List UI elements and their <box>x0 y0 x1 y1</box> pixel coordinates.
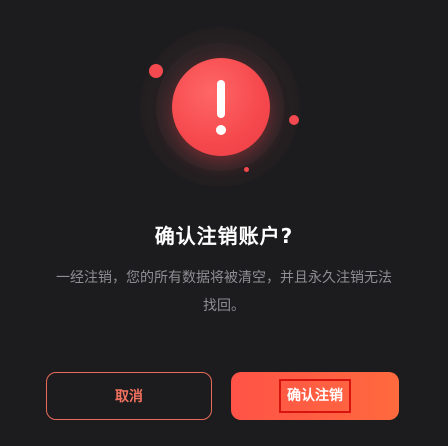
exclamation-icon <box>172 58 270 156</box>
decor-dot-small <box>244 167 249 172</box>
delete-account-dialog: 确认注销账户? 一经注销，您的所有数据将被清空，并且永久注销无法找回。 取消 确… <box>0 0 448 446</box>
cancel-button[interactable]: 取消 <box>46 372 212 420</box>
exclamation-mark-glyph <box>216 80 226 135</box>
dialog-title: 确认注销账户? <box>154 224 294 248</box>
warning-illustration <box>0 0 448 200</box>
confirm-button-label: 确认注销 <box>279 379 351 413</box>
decor-dot-medium <box>289 115 299 125</box>
decor-dot-large <box>149 64 163 78</box>
cancel-button-label: 取消 <box>115 389 143 405</box>
dialog-message: 一经注销，您的所有数据将被清空，并且永久注销无法找回。 <box>56 270 392 314</box>
confirm-delete-button[interactable]: 确认注销 <box>231 372 399 420</box>
